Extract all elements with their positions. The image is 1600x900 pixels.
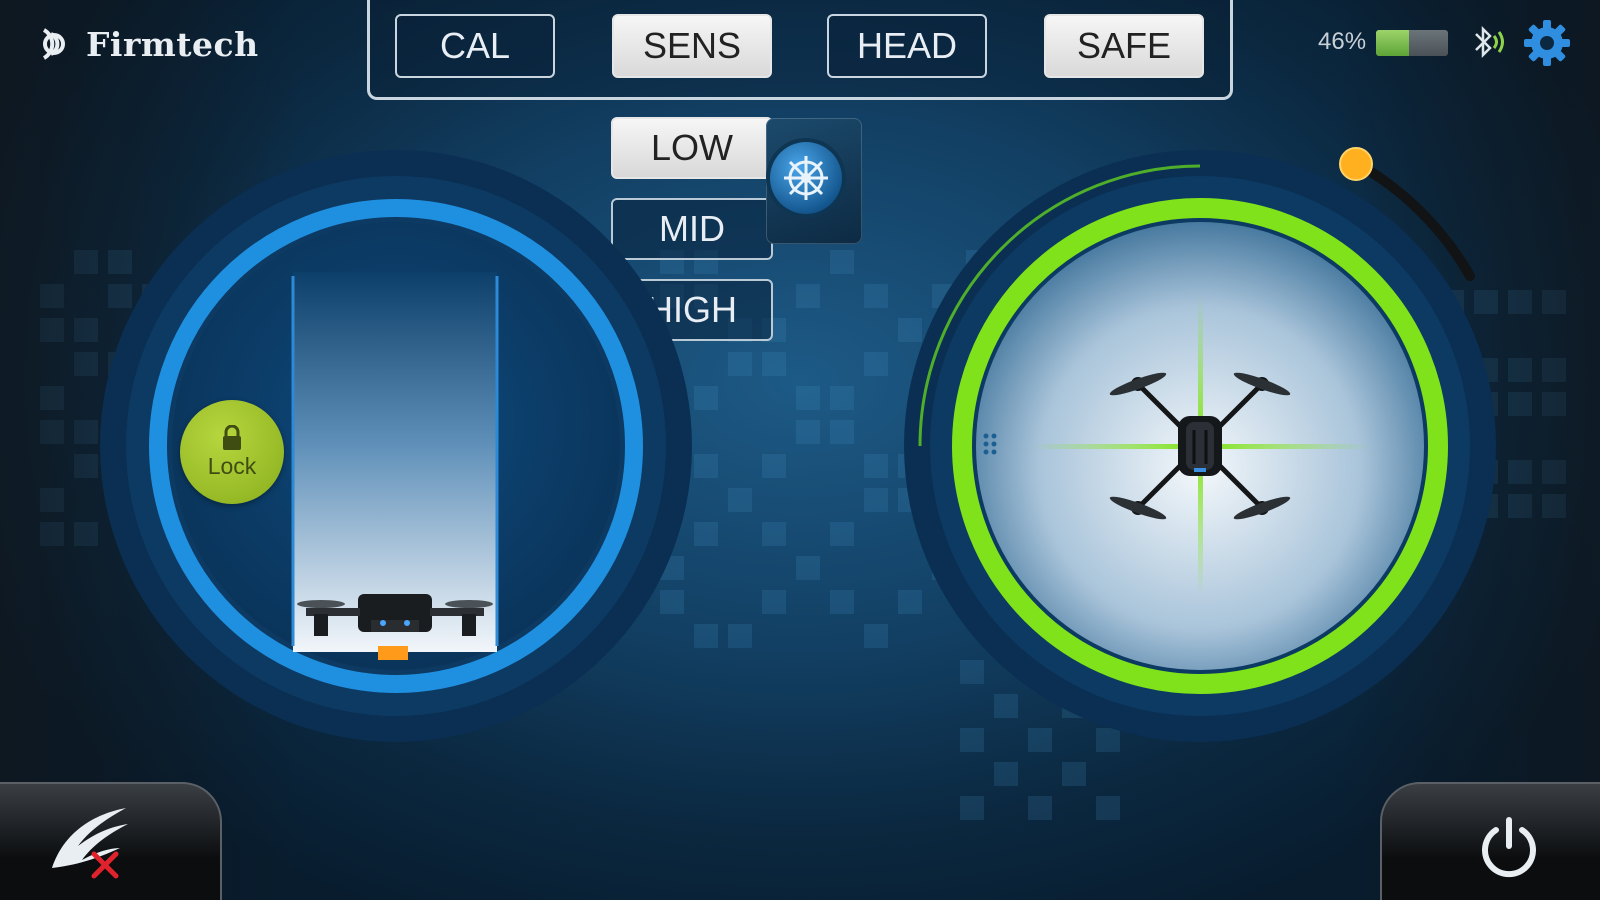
pixel-cell [830, 420, 854, 444]
pixel-cell [694, 454, 718, 478]
trim-wheel-button[interactable] [766, 118, 862, 244]
pixel-cell [830, 386, 854, 410]
pixel-cell [796, 420, 820, 444]
pixel-cell [1028, 796, 1052, 820]
pixel-cell [1542, 290, 1566, 314]
pixel-cell [762, 522, 786, 546]
cal-button[interactable]: CAL [395, 14, 555, 78]
pixel-cell [694, 624, 718, 648]
pixel-cell [1508, 494, 1532, 518]
helm-wheel-icon [766, 138, 846, 218]
direction-joystick[interactable] [890, 146, 1510, 746]
pixel-cell [40, 488, 64, 512]
pixel-cell [960, 796, 984, 820]
firmtech-logo-icon [42, 28, 65, 60]
pixel-cell [830, 250, 854, 274]
pixel-cell [728, 488, 752, 512]
pixel-cell [74, 352, 98, 376]
brand-name: Firmtech [86, 24, 259, 64]
pixel-cell [864, 454, 888, 478]
pixel-cell [796, 556, 820, 580]
pixel-cell [40, 284, 64, 308]
pixel-cell [694, 522, 718, 546]
bluetooth-icon [1475, 25, 1504, 59]
pixel-cell [74, 420, 98, 444]
disconnect-button[interactable] [0, 782, 222, 900]
pixel-cell [74, 522, 98, 546]
pixel-cell [762, 454, 786, 478]
pixel-cell [1508, 392, 1532, 416]
battery-percent: 46% [1318, 28, 1367, 55]
sens-button[interactable]: SENS [612, 14, 772, 78]
pixel-cell [796, 284, 820, 308]
pixel-cell [40, 420, 64, 444]
pixel-cell [830, 522, 854, 546]
pixel-cell [1542, 460, 1566, 484]
pixel-cell [762, 352, 786, 376]
pixel-cell [1542, 392, 1566, 416]
tilt-indicator[interactable] [1339, 147, 1373, 181]
power-button[interactable] [1380, 782, 1600, 900]
pixel-cell [1542, 494, 1566, 518]
power-icon [1482, 817, 1536, 878]
pixel-cell [1508, 290, 1532, 314]
lock-label: Lock [207, 452, 257, 479]
pixel-cell [796, 386, 820, 410]
gear-icon[interactable] [1522, 18, 1572, 68]
pixel-cell [74, 318, 98, 342]
pixel-cell [1508, 358, 1532, 382]
pixel-cell [1062, 762, 1086, 786]
pixel-cell [864, 624, 888, 648]
pixel-cell [1542, 358, 1566, 382]
brand-logo: Firmtech [34, 22, 259, 66]
pixel-cell [830, 590, 854, 614]
pixel-cell [728, 624, 752, 648]
pixel-cell [1508, 460, 1532, 484]
pixel-cell [40, 386, 64, 410]
wing-disconnect-icon [52, 808, 128, 879]
pixel-cell [40, 522, 64, 546]
pixel-cell [762, 590, 786, 614]
lock-icon [223, 424, 241, 450]
head-button[interactable]: HEAD [827, 14, 987, 78]
safe-button[interactable]: SAFE [1044, 14, 1204, 78]
pixel-cell [1096, 796, 1120, 820]
pixel-cell [864, 284, 888, 308]
pixel-cell [864, 488, 888, 512]
battery-fill [1376, 30, 1410, 56]
pixel-cell [74, 250, 98, 274]
pixel-cell [728, 352, 752, 376]
lock-button[interactable]: Lock [180, 400, 284, 504]
pixel-cell [994, 762, 1018, 786]
pixel-cell [40, 318, 64, 342]
pixel-cell [864, 352, 888, 376]
pixel-cell [74, 454, 98, 478]
battery-meter [1376, 30, 1448, 56]
pixel-cell [694, 386, 718, 410]
